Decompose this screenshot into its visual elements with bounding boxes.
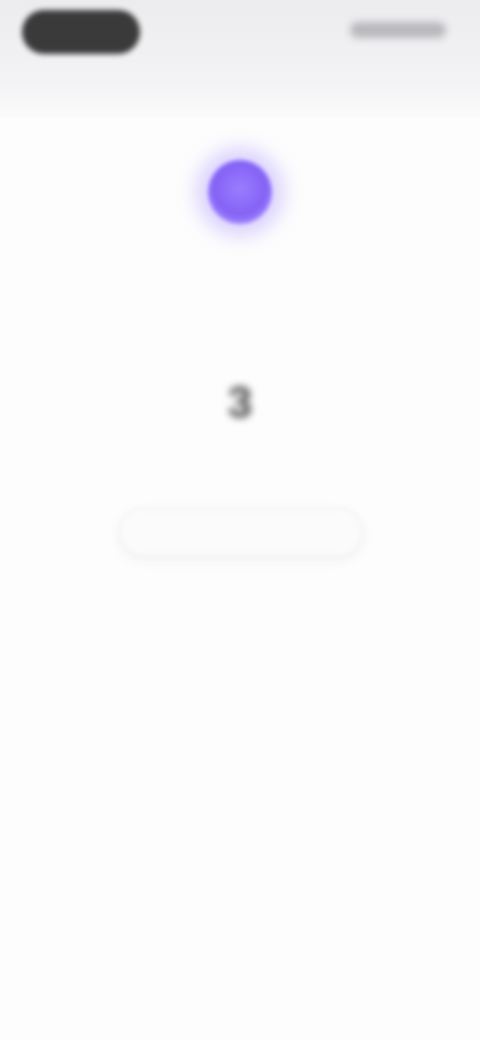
top-bar — [0, 0, 480, 118]
page-title — [190, 74, 290, 88]
voice-orb-icon[interactable] — [208, 160, 272, 224]
primary-action-button[interactable] — [120, 508, 362, 556]
status-pill[interactable] — [22, 10, 140, 54]
status-indicators — [350, 22, 446, 38]
main-value: 3 — [227, 378, 253, 427]
